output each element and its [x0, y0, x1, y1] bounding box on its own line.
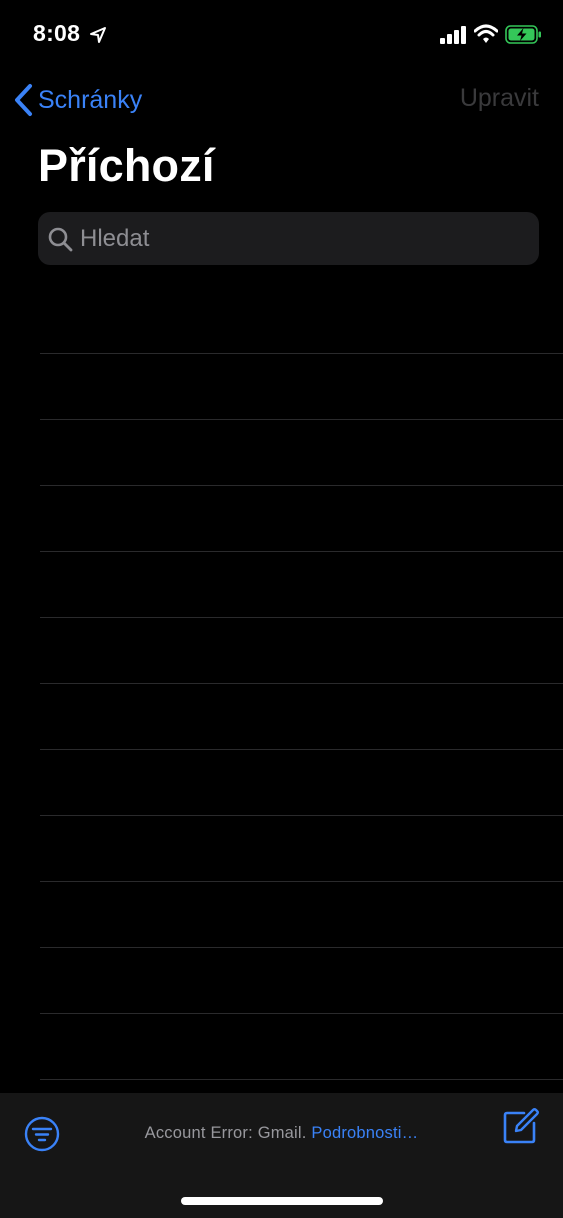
list-item: [40, 354, 563, 420]
edit-button[interactable]: Upravit: [460, 84, 539, 113]
status-time: 8:08: [33, 20, 81, 46]
list-item: [40, 552, 563, 618]
list-item: [40, 816, 563, 882]
search-input[interactable]: Hledat: [38, 212, 539, 265]
list-item: [40, 750, 563, 816]
back-button[interactable]: Schránky: [12, 82, 142, 118]
home-indicator[interactable]: [181, 1197, 383, 1205]
list-item: [40, 1014, 563, 1080]
location-arrow-icon: [90, 27, 106, 43]
cellular-signal-icon: [440, 26, 466, 44]
list-item: [40, 684, 563, 750]
back-button-label: Schránky: [38, 85, 143, 114]
search-placeholder: Hledat: [80, 224, 150, 252]
page-title: Příchozí: [38, 140, 215, 191]
chevron-left-icon: [15, 84, 32, 116]
account-error-text: Account Error: Gmail.: [144, 1124, 307, 1142]
list-item: [40, 288, 563, 354]
list-item: [40, 882, 563, 948]
mail-inbox-screen: 8:08 Schránky Upravit Příchozí Hledat Ac…: [0, 0, 563, 1218]
list-item: [40, 618, 563, 684]
account-status-message: Account Error: Gmail. Podrobnosti…: [0, 1124, 563, 1143]
message-list: [0, 288, 563, 1080]
compose-icon[interactable]: [502, 1107, 540, 1145]
status-bar: 8:08: [0, 0, 563, 70]
battery-charging-icon: [505, 25, 541, 44]
list-item: [40, 420, 563, 486]
list-item: [40, 486, 563, 552]
bottom-toolbar: Account Error: Gmail. Podrobnosti…: [0, 1093, 563, 1218]
details-link[interactable]: Podrobnosti…: [311, 1124, 418, 1142]
search-icon: [48, 227, 73, 251]
wifi-icon: [474, 24, 498, 43]
list-item: [40, 948, 563, 1014]
